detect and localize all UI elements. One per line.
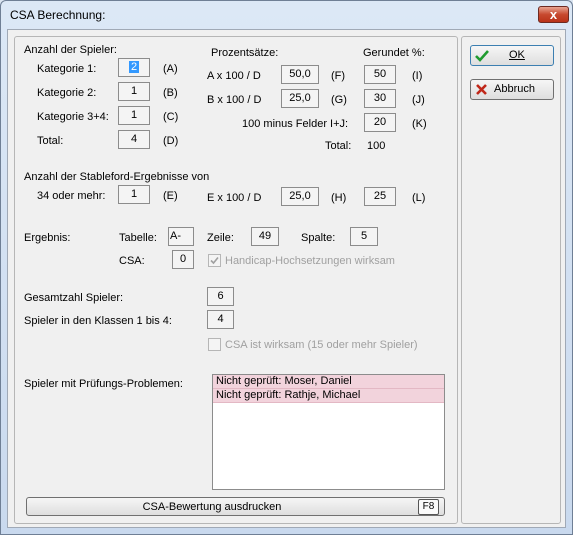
csa-effective-checkbox[interactable] <box>208 338 221 351</box>
category1-field[interactable]: 2 <box>118 58 150 77</box>
calc-f-label: A x 100 / D <box>207 70 261 82</box>
rounded-l-code: (L) <box>412 192 426 204</box>
percent-total-value: 100 <box>367 140 386 152</box>
checkmark-icon <box>475 50 489 62</box>
calc-g-code: (G) <box>331 94 347 106</box>
class-players-label: Spieler in den Klassen 1 bis 4: <box>24 315 172 327</box>
ok-label: OK <box>509 49 525 61</box>
column-field: 5 <box>350 227 378 246</box>
calc-h-field: 25,0 <box>281 187 319 206</box>
checkmark-icon <box>210 256 219 265</box>
total-field: 4 <box>118 130 150 149</box>
all-players-label: Gesamtzahl Spieler: <box>24 292 124 304</box>
category2-field: 1 <box>118 82 150 101</box>
percent-heading: Prozentsätze: <box>211 47 279 59</box>
calc-h-label: E x 100 / D <box>207 192 262 204</box>
csa-label: CSA: <box>119 255 145 267</box>
percent-total-label: Total: <box>325 140 352 152</box>
stableford-heading: Anzahl der Stableford-Ergebnisse von <box>24 171 210 183</box>
calc-g-field: 25,0 <box>281 89 319 108</box>
close-icon <box>476 84 487 95</box>
ok-button[interactable]: OK <box>470 45 554 66</box>
csa-effective-label: CSA ist wirksam (15 oder mehr Spieler) <box>225 339 418 351</box>
category2-label: Kategorie 2: <box>37 87 97 99</box>
rounded-i-code: (I) <box>412 70 423 82</box>
dialog-window: CSA Berechnung: x Anzahl der Spieler: Ka… <box>0 0 573 535</box>
players-heading: Anzahl der Spieler: <box>24 44 117 56</box>
dialog-client-area: Anzahl der Spieler: Kategorie 1: 2 (A) K… <box>7 29 566 528</box>
cancel-label: Abbruch <box>494 83 535 95</box>
button-panel: OK Abbruch <box>461 36 561 524</box>
class-players-field: 4 <box>207 310 234 329</box>
cancel-button[interactable]: Abbruch <box>470 79 554 100</box>
calc-h-code: (H) <box>331 192 347 204</box>
stableford-code: (E) <box>163 190 178 202</box>
category34-code: (C) <box>163 111 179 123</box>
csa-field: 0 <box>172 250 194 269</box>
window-title: CSA Berechnung: <box>10 8 106 22</box>
rounded-j-code: (J) <box>412 94 425 106</box>
total-code: (D) <box>163 135 179 147</box>
calc-f-code: (F) <box>331 70 346 82</box>
list-item[interactable]: Nicht geprüft: Moser, Daniel <box>213 375 444 389</box>
row-field: 49 <box>251 227 279 246</box>
category1-label: Kategorie 1: <box>37 63 97 75</box>
all-players-field: 6 <box>207 287 234 306</box>
category34-label: Kategorie 3+4: <box>37 111 109 123</box>
category1-code: (A) <box>163 63 178 75</box>
rounded-j-field: 30 <box>364 89 396 108</box>
problems-list[interactable]: Nicht geprüft: Moser, Daniel Nicht geprü… <box>212 374 445 490</box>
print-csa-button[interactable]: CSA-Bewertung ausdrucken F8 <box>26 497 445 516</box>
rounded-i-field: 50 <box>364 65 396 84</box>
table-field: A-06 <box>168 227 194 246</box>
calculation-panel: Anzahl der Spieler: Kategorie 1: 2 (A) K… <box>14 36 458 524</box>
list-item[interactable]: Nicht geprüft: Rathje, Michael <box>213 389 444 403</box>
minus-label: 100 minus Felder I+J: <box>242 118 349 130</box>
rounded-heading: Gerundet %: <box>363 47 425 59</box>
calc-f-field: 50,0 <box>281 65 319 84</box>
column-label: Spalte: <box>301 232 336 244</box>
title-bar[interactable]: CSA Berechnung: x <box>1 1 572 29</box>
row-label: Zeile: <box>207 232 234 244</box>
stableford-field: 1 <box>118 185 150 204</box>
rounded-k-field: 20 <box>364 113 396 132</box>
rounded-l-field: 25 <box>364 187 396 206</box>
close-button[interactable]: x <box>538 6 569 23</box>
handicap-label: Handicap-Hochsetzungen wirksam <box>225 255 395 267</box>
f8-key-badge: F8 <box>418 499 439 515</box>
rounded-k-code: (K) <box>412 118 427 130</box>
handicap-checkbox[interactable] <box>208 254 221 267</box>
print-button-label: CSA-Bewertung ausdrucken <box>142 501 282 513</box>
category34-field: 1 <box>118 106 150 125</box>
problems-label: Spieler mit Prüfungs-Problemen: <box>24 378 183 390</box>
stableford-label: 34 oder mehr: <box>37 190 106 202</box>
result-label: Ergebnis: <box>24 232 71 244</box>
table-label: Tabelle: <box>119 232 157 244</box>
total-label: Total: <box>37 135 64 147</box>
category2-code: (B) <box>163 87 178 99</box>
calc-g-label: B x 100 / D <box>207 94 262 106</box>
